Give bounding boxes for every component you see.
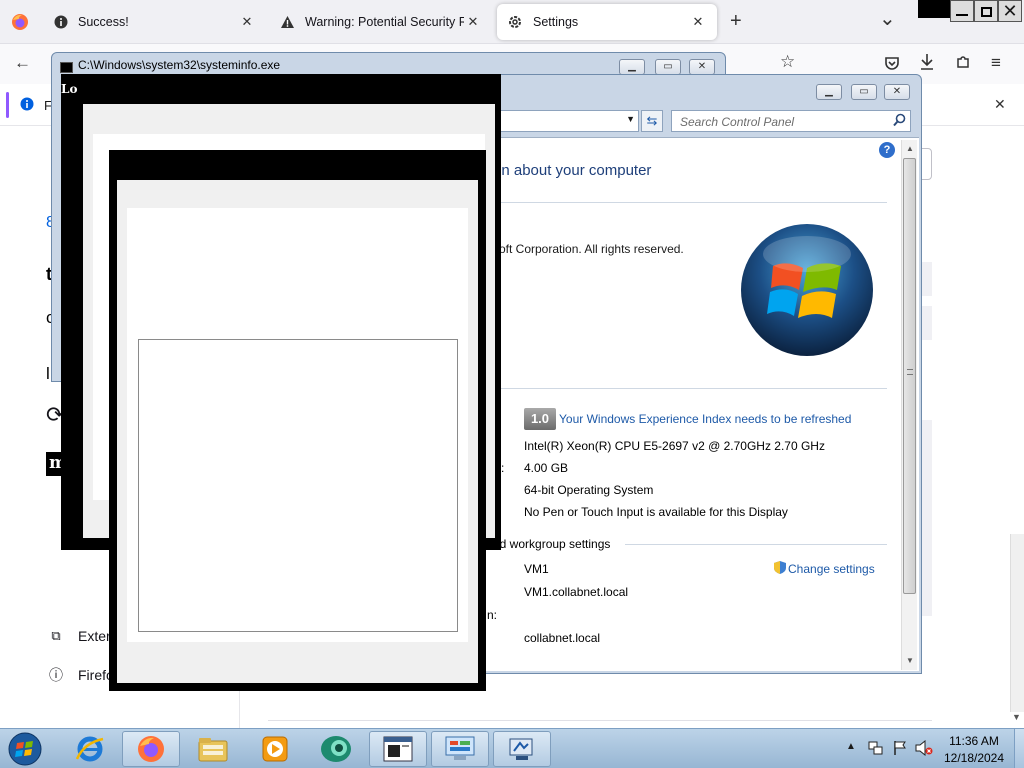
copyright-text: soft Corporation. All rights reserved. (493, 242, 684, 256)
content-pane: ? on about your computer soft Corporatio… (473, 137, 919, 671)
tab-close-button[interactable]: ✕ (464, 14, 482, 30)
remote-session-controls: ✕ (918, 0, 1024, 22)
explorer-icon[interactable] (184, 731, 242, 767)
ram-label: : (501, 461, 505, 475)
settings-bottom-divider (268, 720, 932, 721)
hamburger-menu-icon[interactable]: ≡ (991, 53, 1001, 73)
firefox-icon[interactable] (122, 731, 180, 767)
change-settings-link[interactable]: Change settings (788, 562, 875, 576)
close-button[interactable]: ✕ (884, 84, 910, 100)
computer-name-value: VM1 (524, 562, 549, 576)
notification-accent (6, 92, 9, 118)
maximize-button[interactable]: ▭ (655, 59, 681, 75)
info-icon (54, 15, 68, 29)
downloads-icon[interactable] (919, 53, 935, 71)
tab-label: Settings (533, 15, 579, 29)
black-window[interactable] (109, 150, 486, 691)
maximize-button[interactable]: ▭ (851, 84, 877, 100)
tab-success[interactable]: Success! ✕ (44, 4, 266, 40)
volume-muted-icon[interactable] (915, 740, 933, 756)
taskbar: ▲ 11:36 AM 12/18/2024 (0, 728, 1024, 768)
description-label: n: (487, 608, 498, 622)
close-icon[interactable]: ✕ (994, 96, 1006, 113)
gear-icon (507, 14, 523, 30)
show-desktop-button[interactable] (1014, 729, 1024, 768)
wei-refresh-link[interactable]: Your Windows Experience Index needs to b… (559, 412, 851, 426)
control-panel-window[interactable]: ▁ ▭ ✕ ▼ ⇆ Search Control Panel ? on abou… (470, 74, 922, 674)
close-button[interactable]: ✕ (998, 0, 1022, 22)
clock-time[interactable]: 11:36 AM (944, 734, 1004, 748)
tab-close-button[interactable]: ✕ (689, 14, 707, 30)
help-icon: ⓘ (49, 667, 63, 683)
empty-frame (138, 339, 458, 632)
wei-score-badge: 1.0 (524, 408, 556, 430)
session-bar (918, 0, 950, 18)
start-orb-icon[interactable] (4, 729, 46, 768)
refresh-button[interactable]: ⇆ (641, 110, 663, 132)
network-section-heading: nd workgroup settings (493, 537, 611, 551)
scroll-thumb[interactable] (903, 158, 916, 594)
firefox-tab-bar: Success! ✕ Warning: Potential Security R… (0, 0, 1024, 44)
restore-button[interactable] (974, 0, 998, 22)
scroll-down-arrow-icon[interactable]: ▼ (906, 656, 914, 665)
media-player-icon[interactable] (246, 731, 304, 767)
full-computer-name-value: VM1.collabnet.local (524, 585, 629, 599)
external-link-icon: ⧉ (51, 628, 61, 643)
ram-value: 4.00 GB (524, 461, 569, 475)
back-arrow-icon[interactable]: ← (14, 53, 31, 73)
clock-date[interactable]: 12/18/2024 (940, 751, 1008, 765)
network-tray-icon[interactable] (868, 741, 884, 756)
tab-security-warning[interactable]: Warning: Potential Security Risk ✕ (270, 4, 492, 40)
bookmark-star-icon[interactable]: ☆ (780, 52, 795, 72)
network-app-icon[interactable] (493, 731, 551, 767)
close-button[interactable]: ✕ (689, 59, 715, 75)
shield-icon (773, 560, 787, 575)
firefox-menu-icon[interactable] (10, 12, 30, 32)
action-center-flag-icon[interactable] (893, 740, 907, 756)
vertical-scrollbar[interactable]: ▲ ▼ (901, 140, 917, 670)
address-bar[interactable]: ▼ (491, 110, 639, 132)
tab-label: Warning: Potential Security Risk (305, 15, 464, 29)
search-placeholder: Search Control Panel (680, 115, 795, 129)
tab-close-button[interactable]: ✕ (238, 14, 256, 30)
processor-value: Intel(R) Xeon(R) CPU E5-2697 v2 @ 2.70GH… (524, 439, 825, 453)
tab-label: Success! (78, 15, 129, 29)
divider (625, 544, 887, 545)
cmd-icon[interactable] (369, 731, 427, 767)
ie-icon[interactable] (61, 731, 119, 767)
minimize-button[interactable] (950, 0, 974, 22)
divider (493, 202, 887, 203)
pocket-icon[interactable] (884, 55, 900, 71)
warning-icon (280, 15, 295, 29)
sidebar-item-extensions[interactable]: ⧉ Exter (46, 628, 111, 644)
control-panel-icon[interactable] (431, 731, 489, 767)
new-tab-button[interactable]: + (730, 10, 742, 33)
minimize-button[interactable]: ▁ (619, 59, 645, 75)
help-icon[interactable]: ? (879, 142, 895, 158)
search-input[interactable]: Search Control Panel (671, 110, 911, 132)
scroll-down-arrow-icon[interactable]: ▼ (1012, 712, 1021, 722)
windows-logo-icon (739, 222, 875, 358)
tab-settings[interactable]: Settings ✕ (497, 4, 717, 40)
scroll-up-arrow-icon[interactable]: ▲ (906, 144, 914, 153)
sidebar-item-support[interactable]: ⓘ Firefo (46, 665, 114, 685)
minimize-button[interactable]: ▁ (816, 84, 842, 100)
sidebar-item-label: Exter (78, 628, 111, 644)
divider (493, 388, 887, 389)
info-icon (20, 97, 34, 111)
extensions-icon[interactable] (955, 54, 971, 70)
sidebar-fragment-icon: l (46, 364, 50, 383)
system-type-value: 64-bit Operating System (524, 483, 654, 497)
page-scrollbar[interactable] (1010, 534, 1024, 712)
app-icon[interactable] (307, 731, 365, 767)
list-all-tabs-button[interactable]: ⌄ (879, 6, 896, 31)
pen-touch-value: No Pen or Touch Input is available for t… (524, 505, 788, 519)
show-hidden-icons-button[interactable]: ▲ (846, 741, 856, 752)
domain-value: collabnet.local (524, 631, 601, 645)
search-icon (893, 113, 906, 127)
window-title: Lo (61, 82, 78, 96)
page-heading: on about your computer (493, 162, 652, 179)
chevron-down-icon[interactable]: ▼ (626, 114, 635, 124)
